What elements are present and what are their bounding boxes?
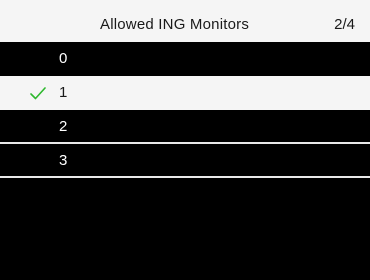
list-item-label: 3 [59,152,68,169]
check-icon [30,84,46,102]
list-item-3[interactable]: 3 [0,144,370,178]
page-indicator: 2/4 [334,16,355,33]
list-item-label: 0 [59,50,68,67]
list-item-2[interactable]: 2 [0,110,370,144]
list-item-label: 2 [59,118,68,135]
page-title: Allowed ING Monitors [100,16,250,33]
empty-list-area [0,178,370,280]
monitor-list: 0 1 2 3 [0,42,370,178]
header-bar: Allowed ING Monitors 2/4 [0,0,370,44]
monitor-selection-screen: Allowed ING Monitors 2/4 0 1 2 3 [0,0,370,280]
list-item-1[interactable]: 1 [0,76,370,110]
list-item-label: 1 [59,84,68,101]
list-item-0[interactable]: 0 [0,42,370,76]
